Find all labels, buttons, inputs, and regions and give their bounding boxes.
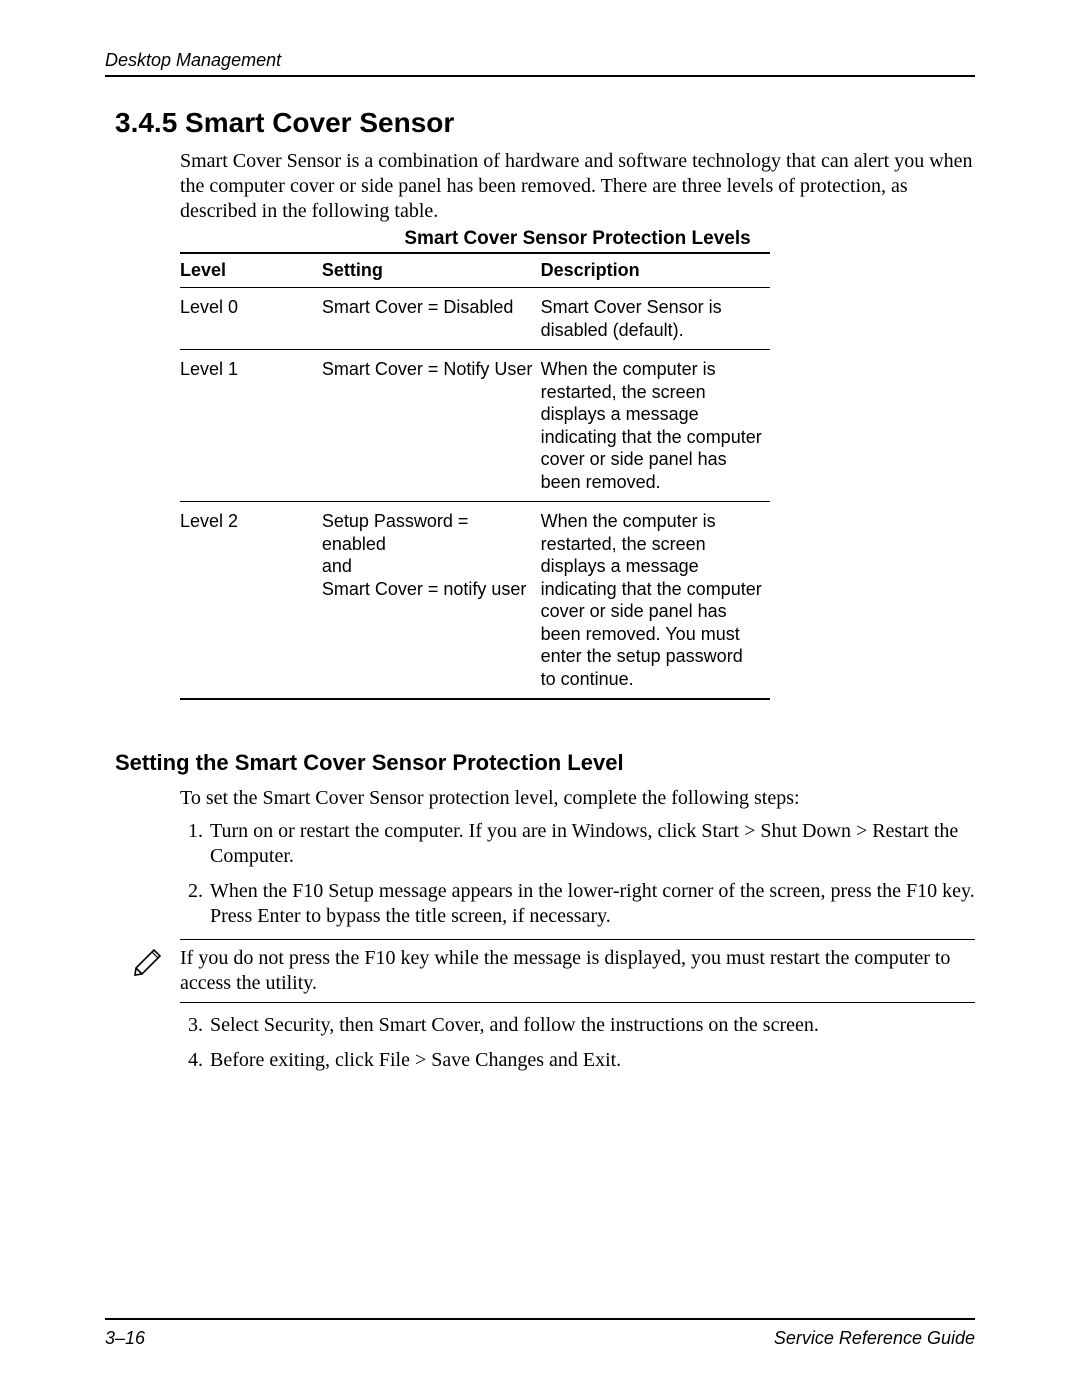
th-setting: Setting — [322, 253, 541, 288]
th-description: Description — [541, 253, 770, 288]
subsection-body: To set the Smart Cover Sensor protection… — [180, 786, 975, 929]
page-number: 3–16 — [105, 1328, 145, 1349]
table-row: Level 0 Smart Cover = Disabled Smart Cov… — [180, 288, 770, 350]
step-item: Select Security, then Smart Cover, and f… — [208, 1013, 975, 1038]
protection-levels-table: Level Setting Description Level 0 Smart … — [180, 252, 770, 700]
note-text: If you do not press the F10 key while th… — [180, 946, 975, 996]
header-rule — [105, 75, 975, 77]
intro-paragraph: Smart Cover Sensor is a combination of h… — [180, 149, 975, 224]
th-level: Level — [180, 253, 322, 288]
cell-level: Level 2 — [180, 502, 322, 700]
cell-level: Level 1 — [180, 350, 322, 502]
pencil-note-icon — [132, 946, 168, 976]
step-item: Turn on or restart the computer. If you … — [208, 819, 975, 869]
subsection-intro: To set the Smart Cover Sensor protection… — [180, 786, 975, 811]
cell-description: When the computer is restarted, the scre… — [541, 502, 770, 700]
steps-list-2: Select Security, then Smart Cover, and f… — [180, 1013, 975, 1073]
doc-title: Service Reference Guide — [774, 1328, 975, 1349]
subsection-body-cont: Select Security, then Smart Cover, and f… — [180, 1013, 975, 1073]
steps-list-1: Turn on or restart the computer. If you … — [180, 819, 975, 929]
page-footer: 3–16 Service Reference Guide — [105, 1318, 975, 1349]
table-row: Level 2 Setup Password = enabled and Sma… — [180, 502, 770, 700]
table-header-row: Level Setting Description — [180, 253, 770, 288]
footer-rule — [105, 1318, 975, 1320]
cell-setting: Smart Cover = Notify User — [322, 350, 541, 502]
page: Desktop Management 3.4.5 Smart Cover Sen… — [0, 0, 1080, 1397]
table-title: Smart Cover Sensor Protection Levels — [180, 228, 975, 250]
step-item: Before exiting, click File > Save Change… — [208, 1048, 975, 1073]
section-body: Smart Cover Sensor is a combination of h… — [180, 149, 975, 700]
cell-level: Level 0 — [180, 288, 322, 350]
step-item: When the F10 Setup message appears in th… — [208, 879, 975, 929]
cell-setting: Smart Cover = Disabled — [322, 288, 541, 350]
cell-setting: Setup Password = enabled and Smart Cover… — [322, 502, 541, 700]
note-block: If you do not press the F10 key while th… — [180, 939, 975, 1003]
table-row: Level 1 Smart Cover = Notify User When t… — [180, 350, 770, 502]
subsection-heading: Setting the Smart Cover Sensor Protectio… — [115, 750, 975, 776]
section-heading: 3.4.5 Smart Cover Sensor — [115, 107, 975, 139]
cell-description: Smart Cover Sensor is disabled (default)… — [541, 288, 770, 350]
running-header: Desktop Management — [105, 50, 975, 71]
cell-description: When the computer is restarted, the scre… — [541, 350, 770, 502]
